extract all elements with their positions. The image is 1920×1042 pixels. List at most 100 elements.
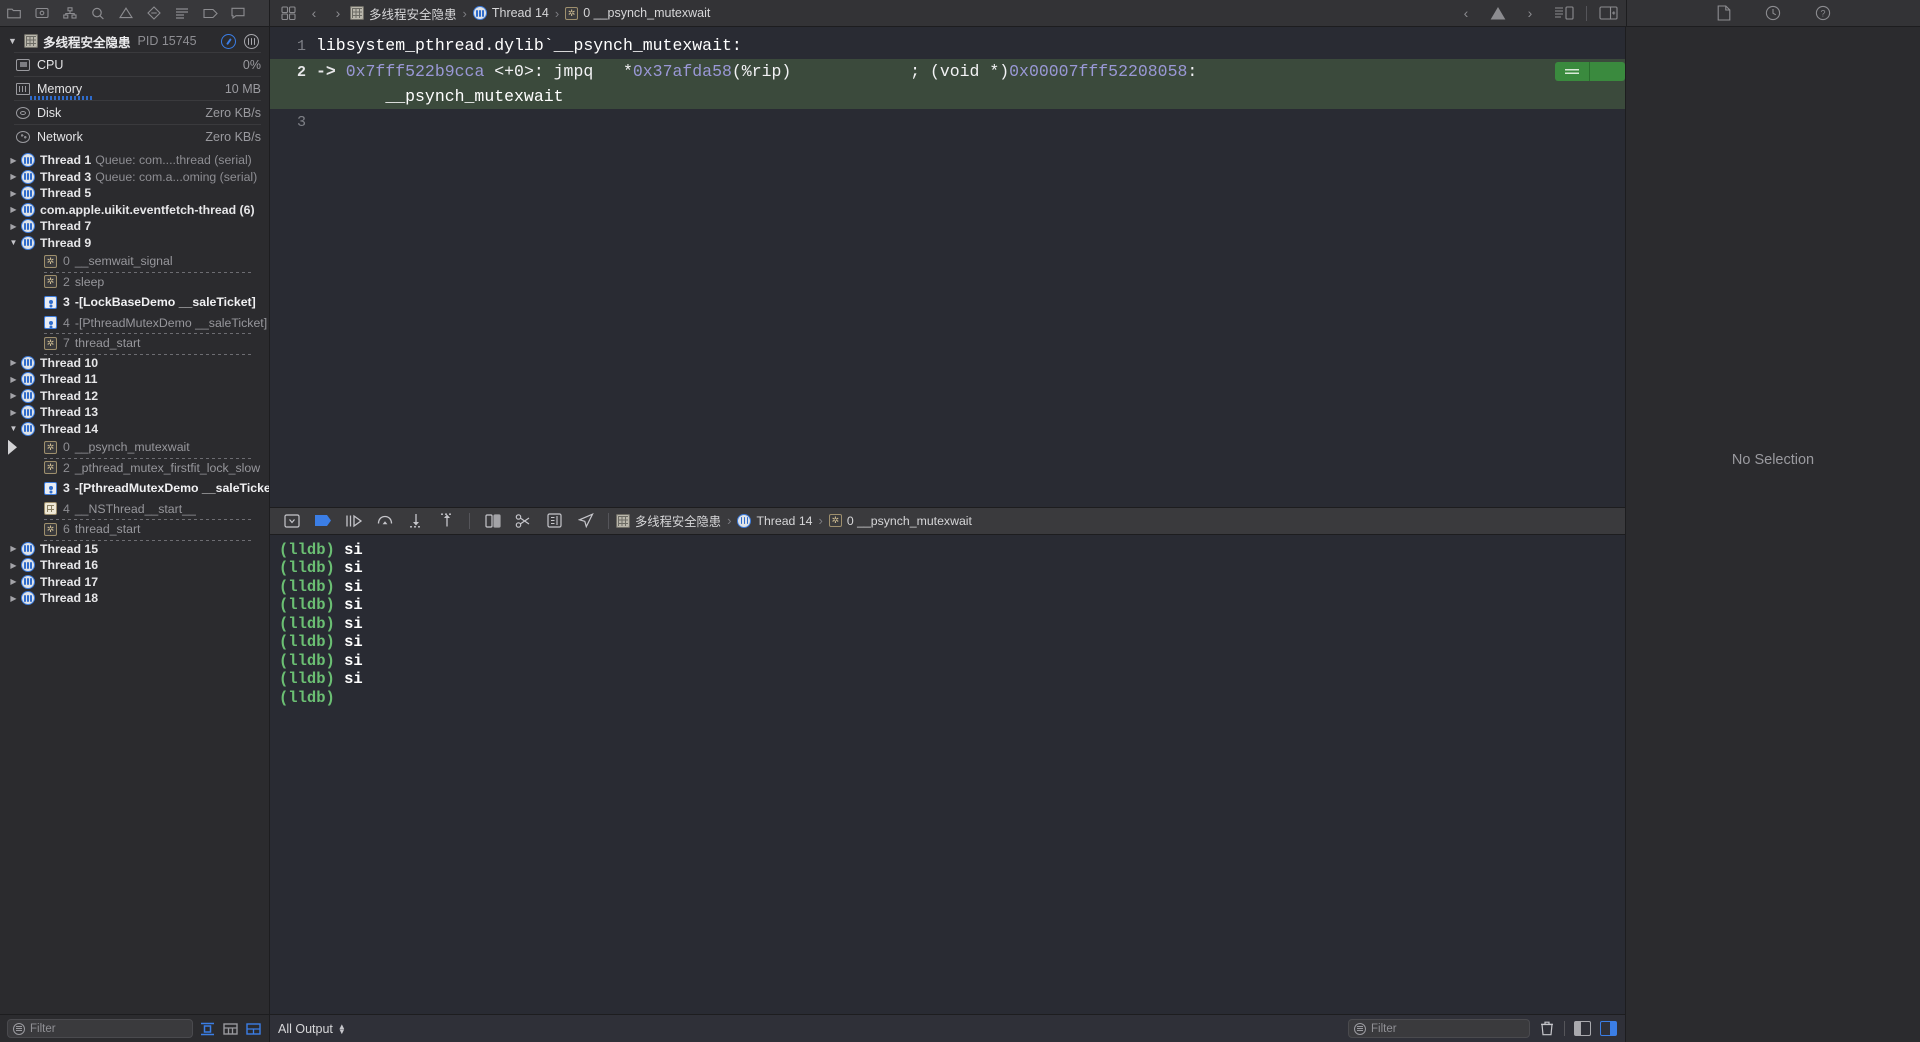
breakpoints-icon[interactable] bbox=[307, 507, 338, 535]
disclosure-closed-icon[interactable]: ▶ bbox=[6, 561, 21, 570]
gauge-row-memory[interactable]: Memory 10 MB bbox=[14, 76, 261, 101]
assembly-code-view[interactable]: 1 libsystem_pthread.dylib`__psynch_mutexw… bbox=[270, 27, 1625, 507]
gauge-row-cpu[interactable]: CPU 0% bbox=[14, 52, 261, 76]
breakpoint-navigator-icon[interactable] bbox=[168, 0, 196, 26]
process-row[interactable]: ▼ 多线程安全隐患 PID 15745 bbox=[0, 30, 269, 52]
hide-debug-area-icon[interactable] bbox=[276, 507, 307, 535]
search-icon[interactable] bbox=[84, 0, 112, 26]
disclosure-closed-icon[interactable]: ▶ bbox=[6, 408, 21, 417]
disclosure-closed-icon[interactable]: ▶ bbox=[6, 577, 21, 586]
thread-row[interactable]: ▶ Thread 3 Queue: com.a...oming (serial) bbox=[0, 169, 269, 186]
stack-frame-row[interactable]: ✲ 7 thread_start bbox=[44, 333, 253, 354]
breadcrumb-item-project[interactable]: 多线程安全隐患 bbox=[350, 4, 457, 23]
gauge-row-network[interactable]: Network Zero KB/s bbox=[14, 124, 261, 148]
editor-back-button[interactable]: ‹ bbox=[1454, 5, 1478, 21]
navigator-filter-field[interactable]: Filter bbox=[7, 1019, 193, 1038]
breadcrumb-item-frame[interactable]: ✲ 0 __psynch_mutexwait bbox=[565, 6, 710, 20]
continue-icon[interactable] bbox=[338, 507, 369, 535]
warning-icon[interactable] bbox=[112, 0, 140, 26]
debug-breadcrumb-item-frame[interactable]: ✲ 0 __psynch_mutexwait bbox=[828, 514, 972, 528]
step-into-icon[interactable] bbox=[400, 507, 431, 535]
debug-console[interactable]: (lldb) si (lldb) si (lldb) si (lldb) si (lld… bbox=[270, 534, 1625, 1014]
stack-frame-row[interactable]: 4 -[PthreadMutexDemo __saleTicket] bbox=[44, 313, 267, 334]
disclosure-closed-icon[interactable]: ▶ bbox=[6, 205, 21, 214]
related-items-icon[interactable] bbox=[274, 0, 302, 26]
assistant-editor-icon[interactable] bbox=[1554, 6, 1574, 20]
badge-extension[interactable] bbox=[1589, 62, 1625, 81]
equals-badge-icon[interactable] bbox=[1555, 62, 1589, 81]
stack-frame-row[interactable]: ✲ 0 __psynch_mutexwait bbox=[8, 437, 253, 458]
stack-frame-row[interactable]: ✲ 0 __semwait_signal bbox=[44, 251, 253, 272]
debug-breadcrumb-item-thread[interactable]: Thread 14 bbox=[737, 513, 813, 528]
back-button[interactable]: ‹ bbox=[302, 5, 326, 21]
clear-console-icon[interactable] bbox=[1539, 1021, 1555, 1037]
folder-icon[interactable] bbox=[0, 0, 28, 26]
thread-row[interactable]: ▶ Thread 17 bbox=[0, 574, 269, 591]
warning-icon[interactable] bbox=[1490, 6, 1506, 20]
gauge-row-disk[interactable]: Disk Zero KB/s bbox=[14, 100, 261, 124]
thread-row[interactable]: ▶ Thread 5 bbox=[0, 185, 269, 202]
show-frames-icon[interactable] bbox=[245, 1021, 262, 1037]
tag-icon[interactable] bbox=[196, 0, 224, 26]
disclosure-open-icon[interactable]: ▼ bbox=[6, 424, 21, 433]
step-over-icon[interactable] bbox=[369, 507, 400, 535]
stack-frame-row[interactable]: 4 __NSThread__start__ bbox=[44, 499, 253, 520]
show-queues-icon[interactable] bbox=[222, 1021, 239, 1037]
output-filter-popup[interactable]: All Output ▲ ▼ bbox=[278, 1022, 346, 1036]
view-hierarchy-icon[interactable] bbox=[477, 507, 508, 535]
disclosure-triangle-icon[interactable]: ▼ bbox=[6, 36, 19, 46]
stack-frame-row[interactable]: ✲ 2 sleep bbox=[44, 271, 253, 293]
thread-row[interactable]: ▶ Thread 10 bbox=[0, 355, 269, 372]
show-variables-pane-icon[interactable] bbox=[1574, 1021, 1591, 1036]
stack-frame-row[interactable]: ✲ 2 _pthread_mutex_firstfit_lock_slow bbox=[44, 457, 260, 479]
disclosure-closed-icon[interactable]: ▶ bbox=[6, 375, 21, 384]
console-filter-field[interactable]: Filter bbox=[1348, 1019, 1530, 1038]
environment-overrides-icon[interactable] bbox=[539, 507, 570, 535]
instruction-badge[interactable] bbox=[1555, 62, 1625, 81]
disclosure-closed-icon[interactable]: ▶ bbox=[6, 358, 21, 367]
thread-row[interactable]: ▼ Thread 9 bbox=[0, 235, 269, 252]
code-line[interactable]: 3 bbox=[270, 109, 1625, 135]
thread-row[interactable]: ▶ Thread 11 bbox=[0, 371, 269, 388]
pause-gauge-icon[interactable] bbox=[221, 33, 236, 49]
debug-navigator-icon[interactable] bbox=[140, 0, 168, 26]
report-navigator-icon[interactable] bbox=[224, 0, 252, 26]
debug-breadcrumb-item-project[interactable]: 多线程安全隐患 bbox=[616, 512, 721, 530]
location-simulate-icon[interactable] bbox=[570, 507, 601, 535]
stack-frame-row[interactable]: 3 -[PthreadMutexDemo __saleTicket] bbox=[44, 478, 269, 499]
thread-row[interactable]: ▶ Thread 16 bbox=[0, 557, 269, 574]
help-icon[interactable]: ? bbox=[1815, 5, 1831, 21]
source-control-icon[interactable] bbox=[28, 0, 56, 26]
disclosure-closed-icon[interactable]: ▶ bbox=[6, 594, 21, 603]
disclosure-closed-icon[interactable]: ▶ bbox=[6, 544, 21, 553]
code-line[interactable]: 2 -> 0x7fff522b9cca <+0>: jmpq *0x37afda5… bbox=[270, 59, 1625, 109]
thread-row[interactable]: ▶ Thread 13 bbox=[0, 404, 269, 421]
forward-button[interactable]: › bbox=[326, 5, 350, 21]
thread-row[interactable]: ▶ com.apple.uikit.eventfetch-thread (6) bbox=[0, 202, 269, 219]
disclosure-closed-icon[interactable]: ▶ bbox=[6, 156, 21, 165]
stack-frame-row[interactable]: ✲ 6 thread_start bbox=[44, 519, 253, 540]
thread-row[interactable]: ▶ Thread 7 bbox=[0, 218, 269, 235]
thread-row[interactable]: ▶ Thread 18 bbox=[0, 590, 269, 607]
hierarchy-icon[interactable] bbox=[56, 0, 84, 26]
debug-navigator-scroll[interactable]: ▼ 多线程安全隐患 PID 15745 CPU 0% Memory 10 MB … bbox=[0, 27, 269, 1014]
editor-forward-button[interactable]: › bbox=[1518, 5, 1542, 21]
step-out-icon[interactable] bbox=[431, 507, 462, 535]
stack-frame-row[interactable]: 3 -[LockBaseDemo __saleTicket] bbox=[44, 292, 256, 313]
memory-graph-icon[interactable] bbox=[508, 507, 539, 535]
thread-row[interactable]: ▶ Thread 1 Queue: com....thread (serial) bbox=[0, 152, 269, 169]
thread-row[interactable]: ▶ Thread 15 bbox=[0, 541, 269, 558]
disclosure-open-icon[interactable]: ▼ bbox=[6, 238, 21, 247]
show-inspector-icon[interactable] bbox=[1599, 6, 1618, 20]
disclosure-closed-icon[interactable]: ▶ bbox=[6, 172, 21, 181]
show-console-pane-icon[interactable] bbox=[1600, 1021, 1617, 1036]
code-line[interactable]: 1 libsystem_pthread.dylib`__psynch_mutexw… bbox=[270, 33, 1625, 59]
document-icon[interactable] bbox=[1717, 5, 1731, 21]
disclosure-closed-icon[interactable]: ▶ bbox=[6, 222, 21, 231]
disclosure-closed-icon[interactable]: ▶ bbox=[6, 189, 21, 198]
thread-row[interactable]: ▼ Thread 14 bbox=[0, 421, 269, 438]
threads-gauge-icon[interactable] bbox=[244, 33, 259, 49]
breadcrumb-item-thread[interactable]: Thread 14 bbox=[472, 6, 549, 20]
show-all-threads-icon[interactable] bbox=[199, 1021, 216, 1037]
disclosure-closed-icon[interactable]: ▶ bbox=[6, 391, 21, 400]
